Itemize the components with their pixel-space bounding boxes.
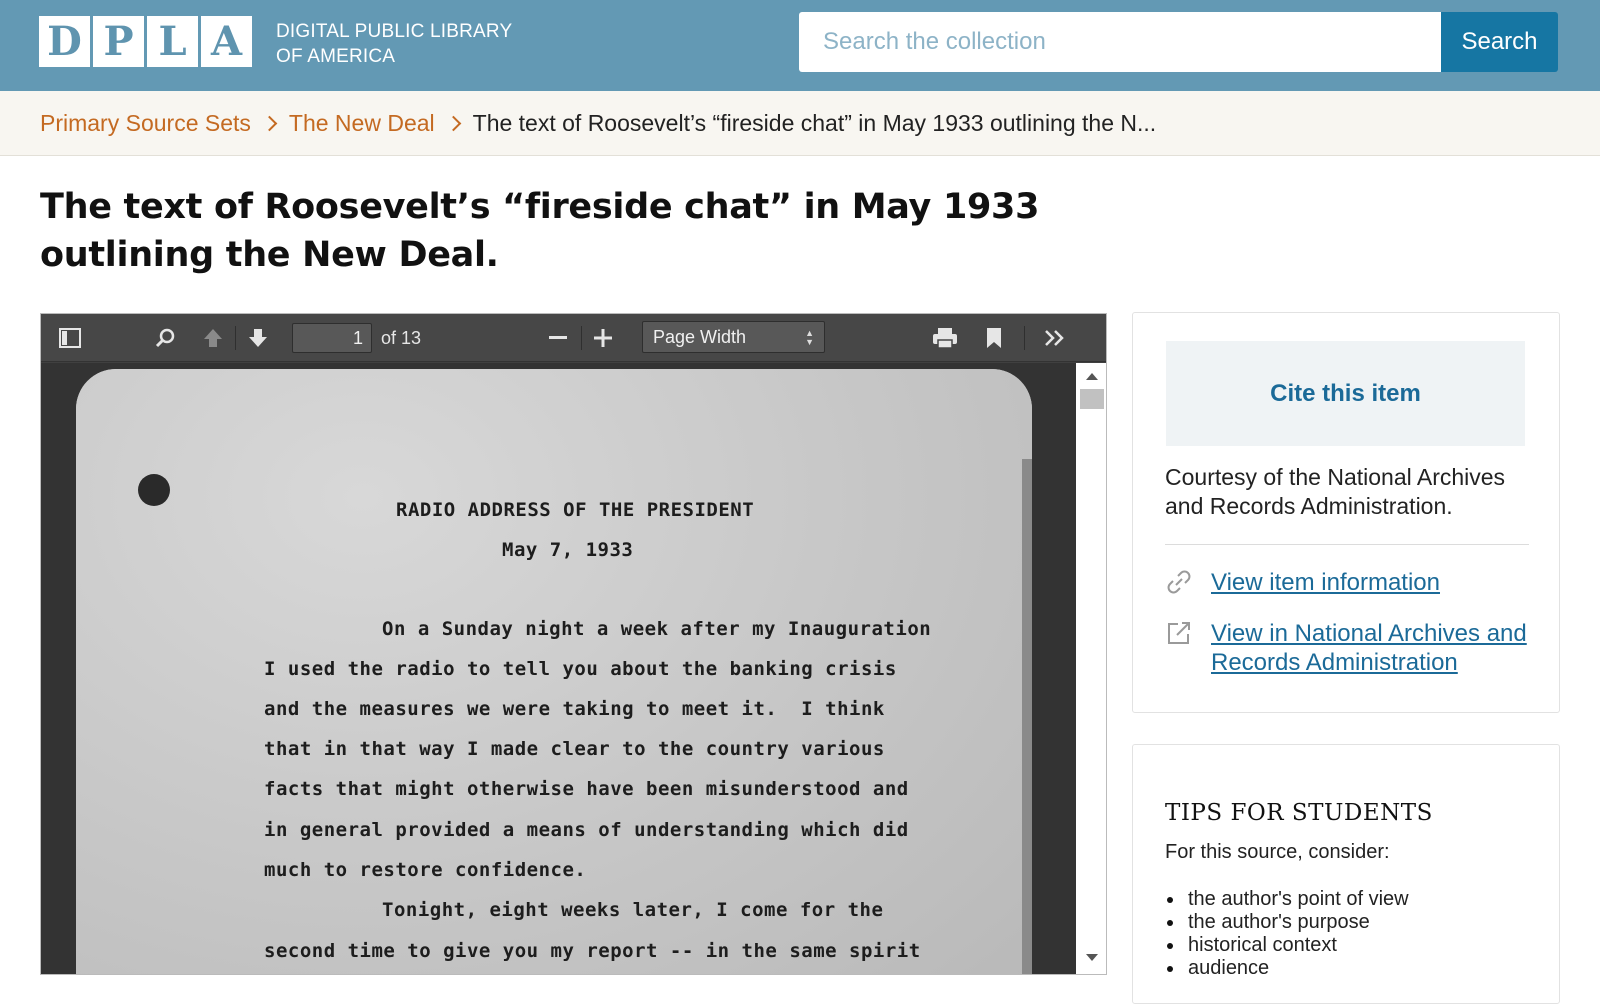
sidebar-toggle-icon[interactable]	[54, 322, 86, 354]
zoom-value: Page Width	[653, 326, 747, 347]
breadcrumb-the-new-deal[interactable]: The New Deal	[289, 110, 435, 137]
dpla-logo[interactable]: D P L A	[39, 16, 252, 67]
previous-page-icon[interactable]	[197, 322, 229, 354]
view-item-information-link[interactable]: View item information	[1211, 568, 1531, 603]
search-button[interactable]: Search	[1441, 12, 1558, 72]
tips-list-item: historical context	[1167, 934, 1409, 957]
document-line: in general provided a means of understan…	[264, 819, 909, 841]
zoom-select[interactable]: Page Width ▲ ▼	[642, 321, 825, 353]
breadcrumb-primary-source-sets[interactable]: Primary Source Sets	[40, 110, 251, 137]
view-in-nara-row: View in National Archives and Records Ad…	[1165, 619, 1531, 677]
breadcrumb-current: The text of Roosevelt’s “fireside chat” …	[472, 110, 1157, 136]
logo-letter-l: L	[147, 16, 198, 67]
pdf-scrollbar[interactable]	[1076, 363, 1106, 974]
search-input[interactable]	[799, 12, 1441, 72]
document-line: and the measures we were taking to meet …	[264, 698, 885, 720]
pdf-page-area[interactable]: RADIO ADDRESS OF THE PRESIDENT May 7, 19…	[41, 363, 1076, 974]
document-line: I used the radio to tell you about the b…	[264, 658, 897, 680]
next-page-icon[interactable]	[242, 322, 274, 354]
scroll-down-arrow-icon[interactable]	[1086, 954, 1098, 961]
tips-title: TIPS FOR STUDENTS	[1165, 800, 1433, 826]
document-line: much to restore confidence.	[264, 859, 587, 881]
tools-icon[interactable]	[1039, 322, 1071, 354]
chevron-right-icon	[448, 112, 460, 136]
toolbar-divider	[1024, 326, 1025, 350]
toolbar-divider	[581, 326, 582, 350]
document-line: that in that way I made clear to the cou…	[264, 738, 885, 760]
zoom-in-icon[interactable]	[587, 322, 619, 354]
logo-letter-d: D	[39, 16, 90, 67]
logo-wordmark[interactable]: DIGITAL PUBLIC LIBRARY OF AMERICA	[276, 19, 512, 69]
document-page: RADIO ADDRESS OF THE PRESIDENT May 7, 19…	[76, 369, 1032, 974]
breadcrumb-bar: Primary Source Sets The New Deal The tex…	[0, 91, 1600, 156]
select-arrows-icon: ▲ ▼	[805, 328, 814, 347]
card-divider	[1165, 544, 1529, 545]
chevron-right-icon	[264, 112, 276, 136]
print-icon[interactable]	[929, 322, 961, 354]
cite-this-item-button[interactable]: Cite this item	[1166, 341, 1525, 446]
tips-card: TIPS FOR STUDENTS For this source, consi…	[1132, 744, 1560, 1004]
breadcrumb: Primary Source Sets The New Deal The tex…	[40, 110, 1156, 137]
logo-text-line2: OF AMERICA	[276, 46, 396, 67]
courtesy-text: Courtesy of the National Archives and Re…	[1165, 464, 1506, 519]
document-heading: RADIO ADDRESS OF THE PRESIDENT	[396, 499, 755, 521]
logo-letter-p: P	[93, 16, 144, 67]
page-number-input[interactable]	[292, 323, 372, 353]
link-icon	[1165, 568, 1211, 603]
scroll-thumb[interactable]	[1080, 389, 1104, 409]
view-in-nara-link[interactable]: View in National Archives and Records Ad…	[1211, 619, 1531, 677]
logo-letter-a: A	[201, 16, 252, 67]
punch-hole	[138, 474, 170, 506]
pdf-toolbar: of 13 Page Width ▲▼	[41, 314, 1106, 362]
pdf-viewer: of 13 Page Width ▲▼ RADIO ADDRESS OF THE…	[40, 313, 1107, 975]
tips-intro: For this source, consider:	[1165, 841, 1390, 863]
view-item-information-row: View item information	[1165, 568, 1531, 603]
search-icon[interactable]	[149, 322, 181, 354]
toolbar-divider	[235, 326, 236, 350]
tips-list: the author's point of view the author's …	[1167, 888, 1409, 980]
document-line: On a Sunday night a week after my Inaugu…	[382, 618, 932, 640]
tips-list-item: the author's purpose	[1167, 911, 1409, 934]
document-line: facts that might otherwise have been mis…	[264, 778, 909, 800]
zoom-out-icon[interactable]	[542, 322, 574, 354]
bookmark-icon[interactable]	[978, 322, 1010, 354]
document-line: Tonight, eight weeks later, I come for t…	[382, 899, 884, 921]
tips-list-item: audience	[1167, 957, 1409, 980]
document-line: second time to give you my report -- in …	[264, 940, 921, 962]
document-date: May 7, 1933	[502, 539, 634, 561]
scroll-up-arrow-icon[interactable]	[1086, 373, 1098, 380]
logo-text-line1: DIGITAL PUBLIC LIBRARY	[276, 21, 513, 42]
external-link-icon	[1165, 619, 1211, 677]
page-title: The text of Roosevelt’s “fireside chat” …	[40, 187, 1040, 275]
site-header: D P L A DIGITAL PUBLIC LIBRARY OF AMERIC…	[0, 0, 1600, 91]
cite-card: Cite this item Courtesy of the National …	[1132, 312, 1560, 713]
page-count: of 13	[381, 328, 422, 348]
tips-list-item: the author's point of view	[1167, 888, 1409, 910]
